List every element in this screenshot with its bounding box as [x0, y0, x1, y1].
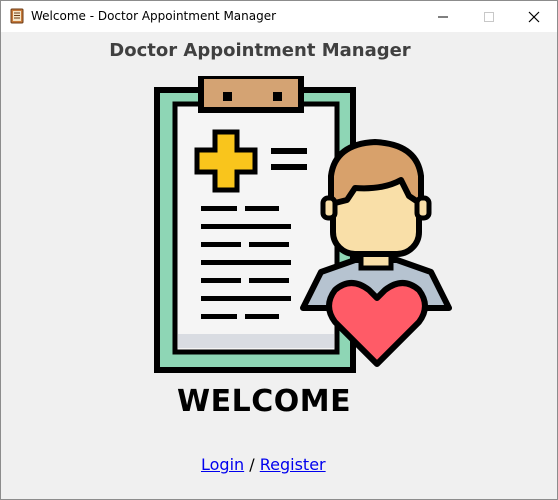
notebook-app-icon [9, 8, 25, 24]
close-icon [528, 11, 540, 22]
register-link[interactable]: Register [260, 455, 326, 474]
page-title: Doctor Appointment Manager [109, 40, 411, 61]
clipboard-clip [198, 73, 304, 113]
app-window: Welcome - Doctor Appointment Manager Doc… [0, 0, 558, 500]
clipboard-doctor-heart-illustration [151, 73, 461, 376]
auth-links: Login / Register [201, 455, 326, 474]
maximize-icon [484, 11, 494, 22]
minimize-icon [438, 16, 448, 17]
minimize-button[interactable] [420, 1, 466, 32]
welcome-heading: WELCOME [177, 384, 352, 419]
title-bar[interactable]: Welcome - Doctor Appointment Manager [1, 1, 557, 32]
close-button[interactable] [511, 1, 557, 32]
client-area: Doctor Appointment Manager WELCOME Login… [1, 32, 557, 499]
login-link[interactable]: Login [201, 455, 244, 474]
link-separator: / [249, 455, 255, 474]
maximize-button[interactable] [466, 1, 512, 32]
window-title: Welcome - Doctor Appointment Manager [31, 9, 277, 23]
